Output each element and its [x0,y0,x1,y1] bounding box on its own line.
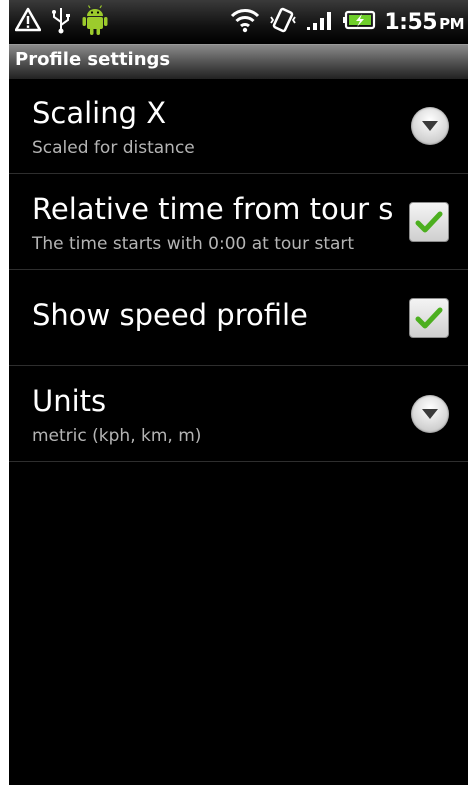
wifi-icon [230,7,260,37]
pref-relative-time[interactable]: Relative time from tour start The time s… [9,174,468,270]
notification-icons [14,4,109,40]
checkbox-checked[interactable] [409,201,449,242]
warning-icon [14,7,42,37]
signal-icon [306,8,334,36]
status-bar: 1:55 PM [9,0,468,44]
pref-summary: The time starts with 0:00 at tour start [32,234,355,254]
pref-show-speed-profile[interactable]: Show speed profile [9,270,468,366]
pref-label: Relative time from tour start [32,192,392,226]
check-icon [415,211,443,232]
pref-label: Show speed profile [32,298,308,332]
check-icon [415,307,443,328]
dropdown-icon[interactable] [411,106,449,145]
vibrate-icon [268,7,298,37]
dropdown-icon[interactable] [411,394,449,433]
pref-summary: Scaled for distance [32,138,195,158]
pref-summary: metric (kph, km, m) [32,426,202,446]
checkbox-checked[interactable] [409,297,449,338]
system-icons: 1:55 PM [230,4,464,40]
title-bar: Profile settings [9,44,468,79]
preference-list: Scaling X Scaled for distance Relative t… [9,78,468,462]
screen: 1:55 PM Profile settings Scaling X Scaled… [9,0,468,785]
page-title: Profile settings [15,49,171,70]
pref-units[interactable]: Units metric (kph, km, m) [9,366,468,462]
battery-icon [342,9,376,35]
pref-scaling-x[interactable]: Scaling X Scaled for distance [9,78,468,174]
android-icon [81,4,109,40]
pref-label: Scaling X [32,96,167,130]
clock: 1:55 PM [384,9,464,35]
usb-icon [51,6,71,38]
pref-label: Units [32,384,107,418]
